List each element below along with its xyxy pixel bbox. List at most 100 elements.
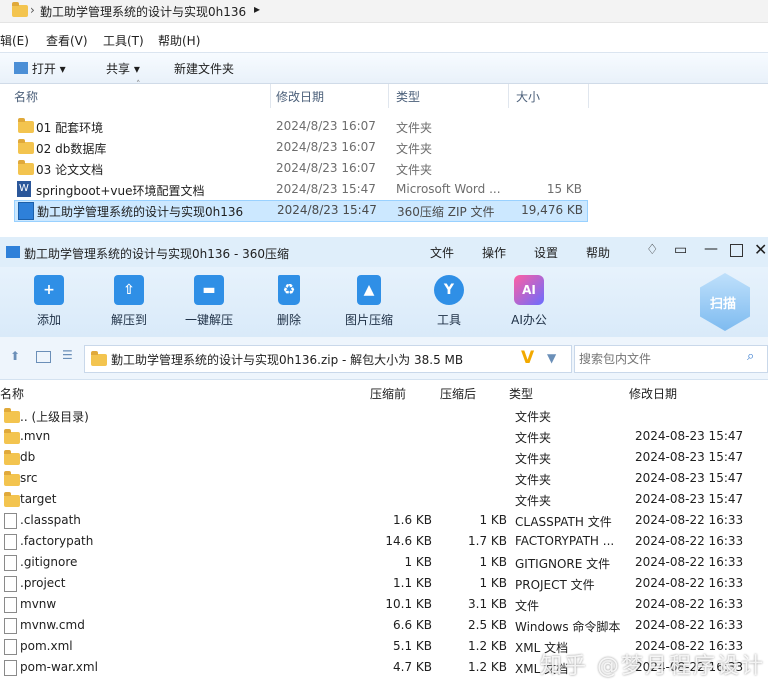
explorer-row-selected[interactable]: 勤工助学管理系统的设计与实现0h136 2024/8/23 15:47 360压… <box>14 200 588 222</box>
list-view-icon[interactable]: ☰ <box>62 348 73 362</box>
row-name: .gitignore <box>20 555 78 569</box>
row-date: 2024-08-23 15:47 <box>635 429 744 443</box>
image-compress-button[interactable]: ▲ 图片压缩 <box>337 275 401 328</box>
open-icon <box>14 62 28 74</box>
zip-row[interactable]: .mvn 文件夹 2024-08-23 15:47 <box>0 426 768 447</box>
row-compressed-size: 1.2 KB <box>468 639 507 653</box>
row-packed-size: 10.1 KB <box>385 597 432 611</box>
zip-window: 勤工助学管理系统的设计与实现0h136 - 360压缩 文件 操作 设置 帮助 … <box>0 237 768 690</box>
row-date: 2024/8/23 15:47 <box>277 203 377 217</box>
chevron-down-icon[interactable]: ▼ <box>547 351 556 365</box>
zip-row[interactable]: mvnw 10.1 KB 3.1 KB 文件 2024-08-22 16:33 <box>0 594 768 615</box>
extract-to-button[interactable]: ⇧ 解压到 <box>97 275 161 328</box>
image-compress-label: 图片压缩 <box>344 313 393 327</box>
delete-icon: ♻ <box>278 275 300 305</box>
row-compressed-size: 1 KB <box>479 576 507 590</box>
row-date: 2024-08-23 15:47 <box>635 471 744 485</box>
row-name: springboot+vue环境配置文档 <box>36 184 205 198</box>
row-name: 02 db数据库 <box>36 142 107 156</box>
open-button[interactable]: 打开 ▾ <box>14 60 66 77</box>
explorer-row[interactable]: 03 论文文档 2024/8/23 16:07 文件夹 <box>14 159 586 179</box>
explorer-row[interactable]: 02 db数据库 2024/8/23 16:07 文件夹 <box>14 138 586 158</box>
menu-help[interactable]: 帮助(H) <box>158 32 200 49</box>
zip-row[interactable]: .. (上级目录) 文件夹 <box>0 405 768 426</box>
path-field[interactable]: 勤工助学管理系统的设计与实现0h136.zip - 解包大小为 38.5 MB … <box>84 345 572 373</box>
row-type: 文件夹 <box>515 473 552 487</box>
chevron-right-icon: › <box>30 3 35 17</box>
explorer-menubar: 辑(E) 查看(V) 工具(T) 帮助(H) <box>0 29 768 51</box>
folder-icon <box>4 492 20 507</box>
menu-tools[interactable]: 工具(T) <box>103 32 144 49</box>
search-field[interactable]: ⌕ <box>574 345 768 373</box>
explorer-row[interactable]: W springboot+vue环境配置文档 2024/8/23 15:47 M… <box>14 180 586 200</box>
row-name: .classpath <box>20 513 81 527</box>
ai-office-button[interactable]: AI AI办公 <box>497 275 561 328</box>
row-name: .project <box>20 576 66 590</box>
column-type[interactable]: 类型 <box>396 88 420 105</box>
file-icon <box>4 660 17 676</box>
menu-operations[interactable]: 操作 <box>482 244 506 261</box>
row-date: 2024/8/23 16:07 <box>276 119 376 133</box>
menu-edit[interactable]: 辑(E) <box>0 32 29 49</box>
row-date: 2024/8/23 15:47 <box>276 182 376 196</box>
delete-button[interactable]: ♻ 删除 <box>257 275 321 328</box>
search-icon[interactable]: ⌕ <box>747 349 754 364</box>
feedback-icon[interactable]: ▭ <box>674 242 687 258</box>
row-date: 2024/8/23 16:07 <box>276 161 376 175</box>
column-date[interactable]: 修改日期 <box>276 88 324 105</box>
menu-settings[interactable]: 设置 <box>534 244 558 261</box>
zip-row[interactable]: db 文件夹 2024-08-23 15:47 <box>0 447 768 468</box>
menu-file[interactable]: 文件 <box>430 244 454 261</box>
zip-row[interactable]: .gitignore 1 KB 1 KB GITIGNORE 文件 2024-08-22… <box>0 552 768 573</box>
delete-label: 删除 <box>276 313 301 327</box>
app-icon <box>6 246 20 258</box>
file-icon <box>4 555 17 571</box>
breadcrumb[interactable]: 勤工助学管理系统的设计与实现0h136 <box>40 3 246 20</box>
column-size[interactable]: 大小 <box>516 88 540 105</box>
search-input[interactable] <box>577 349 741 369</box>
scan-button[interactable]: 扫描 <box>700 273 750 331</box>
row-type: PROJECT 文件 <box>515 578 595 592</box>
one-click-extract-button[interactable]: ▬ 一键解压 <box>177 275 241 328</box>
explorer-address-bar[interactable]: › 勤工助学管理系统的设计与实现0h136 ▸ <box>0 0 768 23</box>
shirt-skin-icon[interactable]: ♢ <box>646 242 659 258</box>
add-icon: + <box>34 275 64 305</box>
share-button[interactable]: 共享 ▾ <box>106 60 140 77</box>
zip-row[interactable]: mvnw.cmd 6.6 KB 2.5 KB Windows 命令脚本 2024-08-… <box>0 615 768 636</box>
zip-column-compressed[interactable]: 压缩后 <box>440 385 476 402</box>
row-date: 2024-08-22 16:33 <box>635 534 744 548</box>
explorer-row[interactable]: 01 配套环境 2024/8/23 16:07 文件夹 <box>14 117 586 137</box>
zip-row[interactable]: .factorypath 14.6 KB 1.7 KB FACTORYPATH ...… <box>0 531 768 552</box>
file-icon <box>4 513 17 529</box>
up-arrow-icon[interactable]: ⬆ <box>10 349 20 363</box>
zip-column-date[interactable]: 修改日期 <box>629 385 677 402</box>
file-icon <box>4 618 17 634</box>
zip-row[interactable]: src 文件夹 2024-08-23 15:47 <box>0 468 768 489</box>
add-label: 添加 <box>36 313 61 327</box>
zip-row[interactable]: .project 1.1 KB 1 KB PROJECT 文件 2024-08-22 1… <box>0 573 768 594</box>
minimize-icon[interactable]: — <box>704 241 718 257</box>
chevron-right-icon[interactable]: ▸ <box>254 2 260 16</box>
add-button[interactable]: + 添加 <box>17 275 81 328</box>
v-icon[interactable]: V <box>521 348 534 368</box>
new-folder-button[interactable]: 新建文件夹 <box>174 60 234 77</box>
close-icon[interactable]: ✕ <box>754 240 767 259</box>
zip-column-packed[interactable]: 压缩前 <box>370 385 406 402</box>
zip-column-type[interactable]: 类型 <box>509 385 533 402</box>
column-name[interactable]: 名称 <box>14 88 38 105</box>
folder-icon <box>12 2 28 17</box>
watermark: 知乎 @梦月程序设计 <box>540 654 765 679</box>
path-text: 勤工助学管理系统的设计与实现0h136.zip - 解包大小为 38.5 MB <box>111 353 464 367</box>
zip-row[interactable]: .classpath 1.6 KB 1 KB CLASSPATH 文件 2024-08-… <box>0 510 768 531</box>
tools-button[interactable]: Y 工具 <box>417 275 481 328</box>
row-name: target <box>20 492 57 506</box>
maximize-icon[interactable] <box>730 244 743 257</box>
row-type: 文件 <box>515 599 540 613</box>
thumbnail-view-icon[interactable] <box>36 351 51 363</box>
menu-view[interactable]: 查看(V) <box>46 32 88 49</box>
zip-titlebar: 勤工助学管理系统的设计与实现0h136 - 360压缩 文件 操作 设置 帮助 … <box>0 237 768 267</box>
menu-help[interactable]: 帮助 <box>586 244 610 261</box>
zip-column-name[interactable]: 名称 <box>0 385 24 402</box>
row-type: FACTORYPATH ... <box>515 534 615 548</box>
zip-row[interactable]: target 文件夹 2024-08-23 15:47 <box>0 489 768 510</box>
